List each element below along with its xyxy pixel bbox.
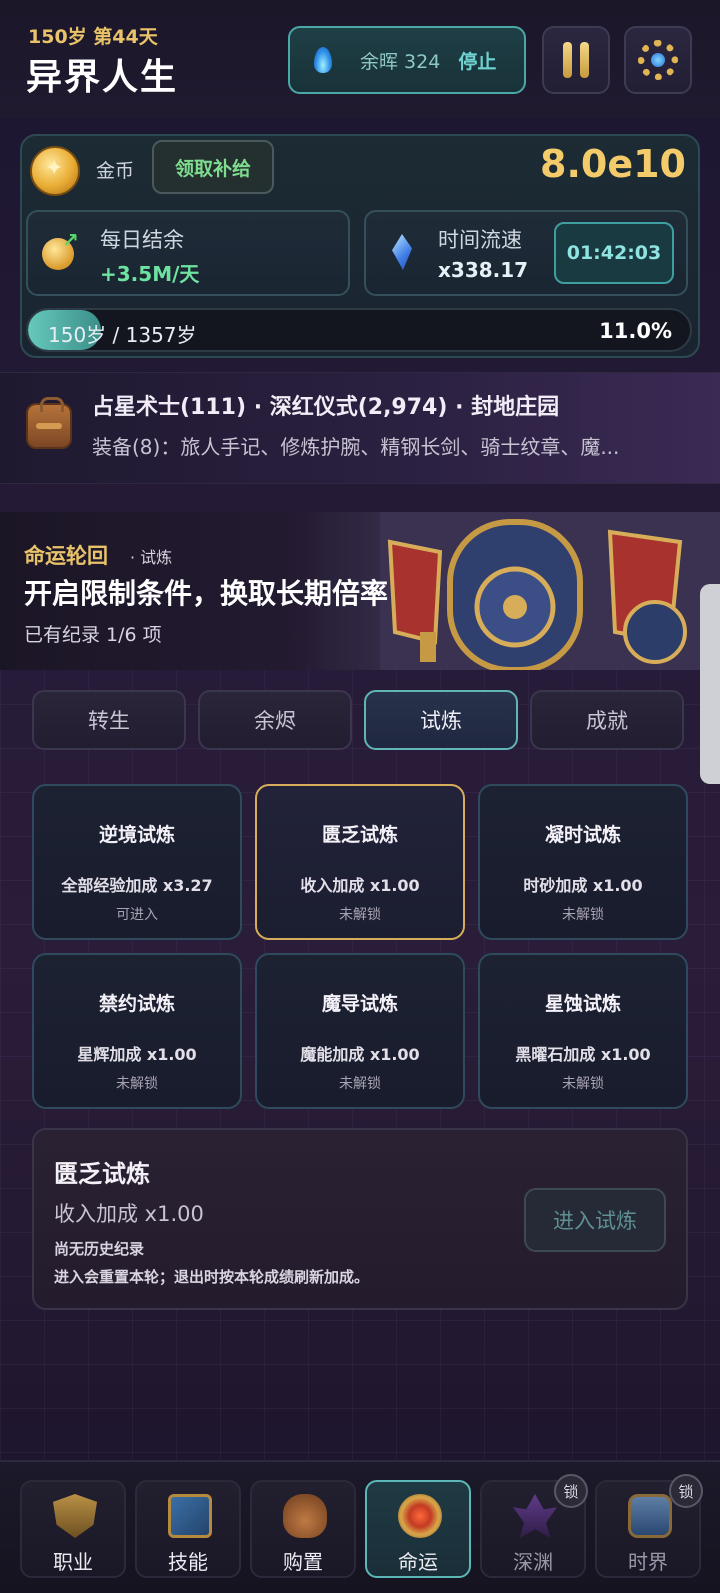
age-progress-text: 150岁 / 1357岁 (48, 323, 197, 347)
trial-bonus: 时砂加成 x1.00 (523, 876, 643, 895)
nav-label: 命运 (398, 1550, 438, 1574)
detail-bonus: 收入加成 x1.00 (54, 1202, 204, 1226)
time-speed-card: 时间流速 x338.17 01:42:03 (364, 210, 688, 296)
abyss-crystal-icon (513, 1494, 557, 1538)
trial-card-frozen-time[interactable]: 凝时试炼 时砂加成 x1.00 未解锁 (478, 784, 688, 940)
daily-balance-value: +3.5M/天 (100, 262, 200, 286)
timer-button[interactable]: 01:42:03 (554, 222, 674, 284)
spellbook-icon (168, 1494, 212, 1538)
ember-stop-button[interactable]: 余晖 324 停止 (288, 26, 526, 94)
trial-status: 未解锁 (116, 1076, 158, 1092)
lock-icon: 锁 (669, 1474, 703, 1508)
lock-icon: 锁 (554, 1474, 588, 1508)
fate-subtitle: · 试炼 (130, 548, 173, 567)
age-progress-percent: 11.0% (599, 319, 672, 343)
side-drawer-handle[interactable] (700, 584, 720, 784)
trial-bonus: 星辉加成 x1.00 (77, 1045, 197, 1064)
nav-label: 时界 (628, 1550, 668, 1574)
nav-time-realm[interactable]: 锁 时界 (595, 1474, 703, 1578)
trial-name: 逆境试炼 (98, 824, 175, 846)
pause-button[interactable] (542, 26, 610, 94)
equipment-list: 装备(8)：旅人手记、修炼护腕、精钢长剑、骑士纹章、魔... (92, 435, 620, 459)
ember-count: 余晖 324 (360, 50, 441, 73)
shield-sword-icon (53, 1494, 97, 1538)
tab-achievements[interactable]: 成就 (530, 690, 684, 750)
trial-card-scarcity[interactable]: 匮乏试炼 收入加成 x1.00 未解锁 (255, 784, 465, 940)
pause-icon-bar (580, 42, 589, 78)
detail-history: 尚无历史纪录 (54, 1240, 145, 1258)
detail-note: 进入会重置本轮；退出时按本轮成绩刷新加成。 (54, 1268, 370, 1286)
resource-panel: 金币 领取补给 8.0e10 每日结余 +3.5M/天 时间流速 x338.17… (20, 134, 700, 358)
nav-label: 职业 (53, 1550, 93, 1574)
trial-status: 未解锁 (562, 907, 604, 923)
pause-icon (563, 42, 572, 78)
inventory-summary: 占星术士(111) · 深红仪式(2,974) · 封地庄园 (92, 395, 560, 420)
nav-purchase[interactable]: 购置 (250, 1480, 356, 1578)
trial-card-adversity[interactable]: 逆境试炼 全部经验加成 x3.27 可进入 (32, 784, 242, 940)
nav-fate[interactable]: 命运 (365, 1480, 471, 1578)
detail-title: 匮乏试炼 (54, 1160, 150, 1188)
trial-name: 星蚀试炼 (544, 993, 621, 1015)
daily-balance-card: 每日结余 +3.5M/天 (26, 210, 350, 296)
fate-wheel-icon (398, 1494, 442, 1538)
trial-status: 可进入 (116, 907, 158, 923)
nav-label: 购置 (283, 1550, 323, 1574)
crystal-icon (382, 234, 418, 274)
fate-title: 开启限制条件，换取长期倍率 (24, 577, 389, 610)
vault-door-illustration (380, 512, 720, 670)
fate-banner: 命运轮回 · 试炼 开启限制条件，换取长期倍率 已有纪录 1/6 项 (0, 512, 720, 670)
trial-status: 未解锁 (339, 907, 381, 923)
trial-bonus: 魔能加成 x1.00 (300, 1045, 420, 1064)
gear-core (651, 53, 665, 67)
gold-coin-icon (30, 146, 80, 196)
trial-name: 凝时试炼 (544, 824, 621, 846)
age-day-label: 150岁 第44天 (28, 26, 158, 48)
tab-embers[interactable]: 余烬 (198, 690, 352, 750)
trial-detail-panel: 匮乏试炼 收入加成 x1.00 尚无历史纪录 进入会重置本轮；退出时按本轮成绩刷… (32, 1128, 688, 1310)
app-title: 异界人生 (26, 57, 179, 98)
trial-bonus: 收入加成 x1.00 (300, 876, 420, 895)
top-header: 150岁 第44天 异界人生 余晖 324 停止 (0, 0, 720, 118)
blue-flame-icon (312, 45, 334, 75)
settings-button[interactable] (624, 26, 692, 94)
inventory-strip[interactable]: 占星术士(111) · 深红仪式(2,974) · 封地庄园 装备(8)：旅人手… (0, 372, 720, 484)
tab-trials[interactable]: 试炼 (364, 690, 518, 750)
gear-icon (638, 40, 678, 80)
merchant-bag-icon (283, 1494, 327, 1538)
nav-abyss[interactable]: 锁 深渊 (480, 1474, 588, 1578)
record-count: 已有纪录 1/6 项 (24, 624, 162, 646)
trial-name: 匮乏试炼 (321, 824, 398, 846)
nav-skills[interactable]: 技能 (135, 1480, 241, 1578)
nav-label: 技能 (168, 1550, 208, 1574)
enter-trial-button[interactable]: 进入试炼 (524, 1188, 666, 1252)
nav-label: 深渊 (513, 1550, 553, 1574)
tab-rebirth[interactable]: 转生 (32, 690, 186, 750)
trial-name: 禁约试炼 (98, 993, 175, 1015)
trial-bonus: 黑曜石加成 x1.00 (515, 1045, 651, 1064)
age-progress-bar: 150岁 / 1357岁 11.0% (26, 308, 692, 352)
trial-card-star-eclipse[interactable]: 星蚀试炼 黑曜石加成 x1.00 未解锁 (478, 953, 688, 1109)
trial-status: 未解锁 (562, 1076, 604, 1092)
nav-class[interactable]: 职业 (20, 1480, 126, 1578)
bottom-navigation: 职业 技能 购置 命运 锁 深渊 锁 时界 (0, 1460, 720, 1593)
gold-value: 8.0e10 (540, 142, 686, 186)
time-speed-title: 时间流速 (438, 228, 522, 252)
coin-growth-icon (42, 228, 79, 270)
time-speed-value: x338.17 (438, 258, 529, 282)
trial-card-forbidden-pact[interactable]: 禁约试炼 星辉加成 x1.00 未解锁 (32, 953, 242, 1109)
trial-status: 未解锁 (339, 1076, 381, 1092)
daily-balance-title: 每日结余 (100, 228, 184, 252)
fate-kicker: 命运轮回 (24, 544, 108, 568)
hourglass-icon (628, 1494, 672, 1538)
trial-card-arcane[interactable]: 魔导试炼 魔能加成 x1.00 未解锁 (255, 953, 465, 1109)
claim-supply-button[interactable]: 领取补给 (152, 140, 274, 194)
gold-label: 金币 (96, 160, 135, 182)
trial-bonus: 全部经验加成 x3.27 (61, 876, 213, 895)
backpack-icon (26, 397, 72, 449)
stop-label: 停止 (458, 50, 497, 73)
trial-name: 魔导试炼 (321, 993, 398, 1015)
